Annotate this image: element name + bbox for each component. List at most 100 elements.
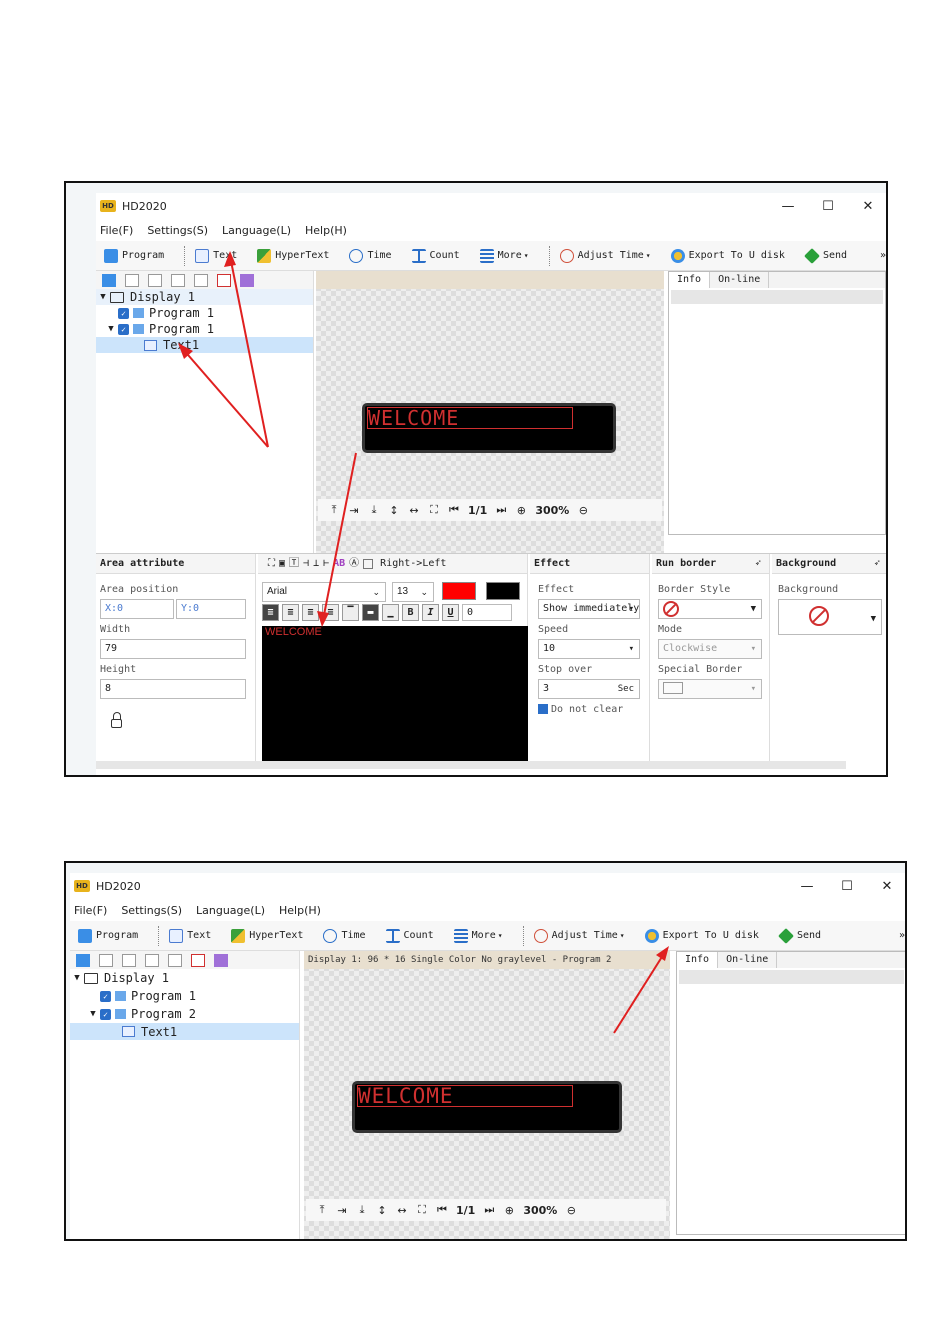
valign-top-icon[interactable]: ▔ [342,604,359,621]
valign-bottom-icon[interactable]: ▁ [382,604,399,621]
program-button[interactable]: Program [104,248,164,263]
checkbox-checked-icon[interactable]: ✓ [118,323,129,335]
stop-over-input[interactable]: 3 Sec [538,679,640,699]
add-display-icon[interactable] [76,953,90,967]
adjust-time-button[interactable]: Adjust Time ▾ [533,928,625,943]
minimize-button[interactable]: — [768,199,808,214]
expand-arrow-icon[interactable]: ▼ [86,1009,100,1019]
copy-icon[interactable] [125,273,139,287]
align-left-text-icon[interactable]: ≡ [262,604,279,621]
count-button[interactable]: Count [411,248,460,263]
spacing-input[interactable]: 0 [462,604,512,621]
check-all-icon[interactable] [240,273,254,287]
copy-icon[interactable] [99,953,113,967]
maximize-button[interactable]: ☐ [827,879,867,894]
expand-arrow-icon[interactable]: ▼ [104,324,118,334]
adjust-time-button[interactable]: Adjust Time ▾ [559,248,651,263]
x-position-input[interactable]: X:0 [100,599,174,619]
menu-file[interactable]: File(F) [100,224,133,237]
menu-settings[interactable]: Settings(S) [121,904,182,917]
zoom-in-icon[interactable]: ⊕ [503,1204,515,1217]
expand-arrow-icon[interactable]: ▼ [70,973,84,983]
preview-canvas[interactable]: Display 1: 96 * 16 Single Color No grayl… [304,951,670,1239]
rocket-icon[interactable]: ➶ [874,554,880,574]
do-not-clear-option[interactable]: Do not clear [538,704,623,715]
text-editor[interactable]: WELCOME [262,626,528,762]
delete-icon[interactable] [217,273,231,287]
tab-info[interactable]: Info [677,952,719,968]
send-button[interactable]: Send [778,927,821,944]
menu-language[interactable]: Language(L) [196,904,265,917]
align-top-icon[interactable]: ⤒ [316,1203,328,1217]
delete-icon[interactable] [191,953,205,967]
tab-online[interactable]: On-line [710,272,770,288]
prev-page-icon[interactable]: ⏮ [436,1203,448,1217]
info-row[interactable] [671,290,883,304]
time-button[interactable]: Time [323,928,366,943]
stretch-horizontal-icon[interactable]: ↔ [408,504,420,517]
next-page-icon[interactable]: ⏭ [495,503,507,517]
tab-info[interactable]: Info [669,272,711,288]
align-left-icon[interactable]: ⊣ [303,554,309,574]
hypertext-button[interactable]: HyperText [257,248,329,263]
direction-checkbox[interactable] [363,558,374,569]
stretch-vertical-icon[interactable]: ↕ [376,1204,388,1217]
next-page-icon[interactable]: ⏭ [483,1203,495,1217]
checkbox-checked-icon[interactable]: ✓ [100,990,111,1002]
tree-node-program[interactable]: ▼ ✓ Program 2 [70,1005,299,1023]
maximize-button[interactable]: ☐ [808,199,848,214]
tree-node-display[interactable]: ▼ Display 1 [70,969,299,987]
text-button[interactable]: Text [195,248,237,263]
zoom-in-icon[interactable]: ⊕ [515,504,527,517]
menu-file[interactable]: File(F) [74,904,107,917]
align-bottom-icon[interactable]: ⤓ [356,1203,368,1217]
program-button[interactable]: Program [78,928,138,943]
close-button[interactable]: ✕ [867,879,905,894]
check-all-icon[interactable] [214,953,228,967]
effect-select[interactable]: Show immediately ▾ [538,599,640,619]
info-row[interactable] [679,970,904,984]
height-input[interactable]: 8 [100,679,246,699]
font-select[interactable]: Arial ⌄ [262,582,386,602]
size-select[interactable]: 13 ⌄ [392,582,434,602]
prev-page-icon[interactable]: ⏮ [448,503,460,517]
ab-effect-button[interactable]: AB [333,554,345,574]
bold-button[interactable]: B [402,604,419,621]
zoom-out-icon[interactable]: ⊖ [565,1204,577,1217]
tree-node-program[interactable]: ✓ Program 1 [70,987,299,1005]
frame-icon[interactable]: ▣ [279,554,285,574]
more-button[interactable]: More ▾ [479,248,529,263]
led-display[interactable]: WELCOME [352,1081,622,1133]
background-color-picker[interactable] [486,582,520,600]
valign-middle-icon[interactable]: ▬ [362,604,379,621]
align-center-text-icon[interactable]: ≡ [282,604,299,621]
width-input[interactable]: 79 [100,639,246,659]
align-right-icon[interactable]: ⇥ [336,1204,348,1217]
move-down-icon[interactable] [168,953,182,967]
menu-settings[interactable]: Settings(S) [147,224,208,237]
add-display-icon[interactable] [102,273,116,287]
y-position-input[interactable]: Y:0 [176,599,246,619]
lock-icon[interactable] [111,712,122,728]
send-button[interactable]: Send [804,247,847,264]
menu-help[interactable]: Help(H) [279,904,321,917]
menu-language[interactable]: Language(L) [222,224,291,237]
toolbar-overflow-button[interactable]: » [880,250,886,261]
underline-button[interactable]: U [442,604,459,621]
paste-icon[interactable] [148,273,162,287]
rocket-icon[interactable]: ➶ [755,554,761,574]
close-button[interactable]: ✕ [848,199,886,214]
stretch-vertical-icon[interactable]: ↕ [388,504,400,517]
speed-select[interactable]: 10 ▾ [538,639,640,659]
move-up-icon[interactable] [145,953,159,967]
fit-screen-icon[interactable]: ⛶ [416,1203,428,1217]
export-button[interactable]: Export To U disk [670,248,785,263]
checkbox-checked-icon[interactable] [538,704,548,714]
font-a-icon[interactable]: Ⓐ [349,554,359,574]
text-box-icon[interactable]: 🅃 [289,554,299,574]
paste-icon[interactable] [122,953,136,967]
toolbar-overflow-button[interactable]: » [899,930,905,941]
align-mid-icon[interactable]: ⊥ [313,554,319,574]
stretch-horizontal-icon[interactable]: ↔ [396,1204,408,1217]
italic-button[interactable]: I [422,604,439,621]
